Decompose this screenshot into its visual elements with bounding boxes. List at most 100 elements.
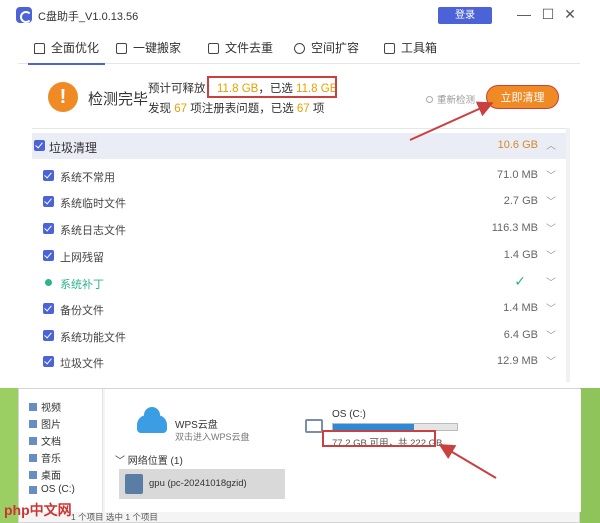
sidebar-label: OS (C:)	[41, 484, 75, 495]
chevron-down-icon[interactable]: ﹀	[546, 193, 556, 208]
chevron-down-icon[interactable]: ﹀	[546, 327, 556, 342]
item-name: 系统不常用	[60, 172, 115, 184]
free-space-highlight-box	[322, 430, 436, 447]
list-item[interactable]: 垃圾文件 12.9 MB ﹀	[32, 349, 566, 375]
item-size: 71.0 MB	[497, 169, 538, 181]
gear-icon	[294, 42, 305, 54]
tab-space-expand[interactable]: 空间扩容	[294, 32, 359, 64]
wps-cloud-subtitle: 双击进入WPS云盘	[175, 432, 250, 442]
item-checkbox[interactable]	[43, 196, 54, 207]
item-size: 116.3 MB	[491, 222, 538, 234]
registry-issues: 发现 67 项注册表问题，已选 67 项	[148, 100, 324, 116]
item-size: 2.7 GB	[503, 195, 538, 207]
copy-icon	[208, 42, 219, 54]
item-name: 系统临时文件	[60, 198, 126, 210]
tab-full-optimize[interactable]: 全面优化	[28, 32, 106, 65]
chevron-down-icon[interactable]: ﹀	[546, 167, 556, 182]
item-checkbox[interactable]	[43, 170, 54, 181]
status-dot-icon	[45, 279, 52, 286]
picture-icon	[29, 419, 37, 428]
item-checkbox[interactable]	[43, 303, 54, 314]
minimize-icon[interactable]: —	[516, 6, 532, 22]
refresh-icon	[426, 95, 433, 103]
rescan-link[interactable]: 重新检测	[426, 92, 475, 106]
tab-label: 文件去重	[225, 41, 274, 55]
scan-status: 检测完毕	[88, 91, 149, 108]
sidebar-label: 桌面	[41, 471, 61, 482]
item-checkbox[interactable]	[43, 356, 54, 367]
issue-count: 67	[174, 103, 187, 115]
music-icon	[29, 453, 37, 462]
list-item[interactable]: 系统日志文件 116.3 MB ﹀	[32, 216, 566, 242]
issue-label: 项注册表问题，已选	[187, 103, 297, 115]
sidebar-item-pictures[interactable]: 图片	[29, 416, 61, 431]
item-name: 系统补丁	[60, 279, 104, 291]
issue-selected: 67	[296, 103, 310, 115]
item-checkbox[interactable]	[43, 250, 54, 261]
list-scrollbar[interactable]	[566, 128, 570, 382]
item-name: 垃圾文件	[60, 358, 104, 370]
title-bar: C盘助手_V1.0.13.56 登录 — ☐ ✕	[0, 0, 600, 30]
list-item[interactable]: 系统不常用 71.0 MB ﹀	[32, 163, 566, 189]
sidebar-item-documents[interactable]: 文档	[29, 433, 61, 448]
sidebar-item-desktop[interactable]: 桌面	[29, 467, 61, 482]
rescan-label: 重新检测	[437, 95, 476, 106]
list-item[interactable]: 系统功能文件 6.4 GB ﹀	[32, 323, 566, 349]
windows-drive-icon	[305, 419, 323, 433]
wps-cloud-name[interactable]: WPS云盘	[175, 416, 218, 431]
clean-now-button[interactable]: 立即清理	[486, 85, 559, 109]
sidebar-item-videos[interactable]: 视频	[29, 399, 61, 414]
login-button[interactable]: 登录	[438, 7, 492, 24]
network-drive-icon	[125, 474, 143, 494]
tab-one-click-move[interactable]: 一键搬家	[116, 32, 181, 64]
header-size: 10.6 GB	[497, 139, 538, 151]
list-item[interactable]: 备份文件 1.4 MB ﹀	[32, 296, 566, 322]
network-item[interactable]: gpu (pc-20241018gzid)	[119, 469, 285, 499]
junk-list: 垃圾清理 10.6 GB ︿ 系统不常用 71.0 MB ﹀ 系统临时文件 2.…	[32, 128, 566, 382]
found-label: 发现	[148, 103, 175, 115]
sidebar-label: 音乐	[41, 454, 61, 465]
sidebar-item-os-drive[interactable]: OS (C:)	[29, 484, 75, 495]
list-item[interactable]: 系统临时文件 2.7 GB ﹀	[32, 189, 566, 215]
cleaner-window: C盘助手_V1.0.13.56 登录 — ☐ ✕ 全面优化 一键搬家 文件去重 …	[0, 0, 600, 388]
warning-icon: !	[48, 82, 78, 112]
item-name: 系统功能文件	[60, 332, 126, 344]
file-explorer-window: 视频 图片 文档 音乐 桌面 OS (C:) WPS云盘 双击进入WPS云盘 O…	[18, 388, 581, 523]
tab-label: 空间扩容	[311, 41, 360, 55]
chevron-down-icon[interactable]: ﹀	[546, 300, 556, 315]
item-size: 12.9 MB	[497, 355, 538, 367]
sidebar-label: 文档	[41, 437, 61, 448]
sidebar-item-music[interactable]: 音乐	[29, 450, 61, 465]
tab-file-dedupe[interactable]: 文件去重	[208, 32, 273, 64]
item-checkbox[interactable]	[43, 330, 54, 341]
tab-label: 一键搬家	[133, 41, 182, 55]
list-item[interactable]: 上网残留 1.4 GB ﹀	[32, 243, 566, 269]
explorer-sidebar: 视频 图片 文档 音乐 桌面 OS (C:)	[19, 389, 103, 512]
item-size: 1.4 GB	[503, 249, 538, 261]
release-highlight-box	[207, 76, 337, 98]
chevron-down-icon[interactable]: ﹀	[546, 220, 556, 235]
app-title: C盘助手_V1.0.13.56	[38, 11, 139, 23]
junk-list-header[interactable]: 垃圾清理 10.6 GB ︿	[32, 133, 566, 159]
chevron-down-icon[interactable]: ﹀	[546, 274, 556, 289]
item-size: 6.4 GB	[503, 329, 538, 341]
close-icon[interactable]: ✕	[562, 6, 578, 22]
chevron-down-icon[interactable]: ﹀	[546, 247, 556, 262]
chevron-up-icon[interactable]: ︿	[546, 137, 556, 152]
chevron-down-icon[interactable]: ﹀	[546, 353, 556, 368]
network-locations-header[interactable]: ﹀ 网络位置 (1)	[115, 452, 183, 467]
item-checkbox[interactable]	[43, 223, 54, 234]
item-name: 系统日志文件	[60, 225, 126, 237]
document-icon	[29, 436, 37, 445]
cloud-icon	[137, 407, 167, 433]
tab-toolbox[interactable]: 工具箱	[384, 32, 437, 64]
explorer-status-bar: 1 个项目 选中 1 个项目	[71, 512, 158, 522]
tab-label: 工具箱	[401, 41, 438, 55]
drive-name[interactable]: OS (C:)	[332, 409, 366, 420]
maximize-icon[interactable]: ☐	[540, 6, 556, 22]
network-item-name: gpu (pc-20241018gzid)	[149, 478, 247, 489]
header-checkbox[interactable]	[34, 140, 45, 151]
list-item[interactable]: 系统补丁 ✓ ﹀	[32, 270, 566, 296]
issue-unit: 项	[309, 103, 325, 115]
tab-bar: 全面优化 一键搬家 文件去重 空间扩容 工具箱	[18, 32, 580, 65]
